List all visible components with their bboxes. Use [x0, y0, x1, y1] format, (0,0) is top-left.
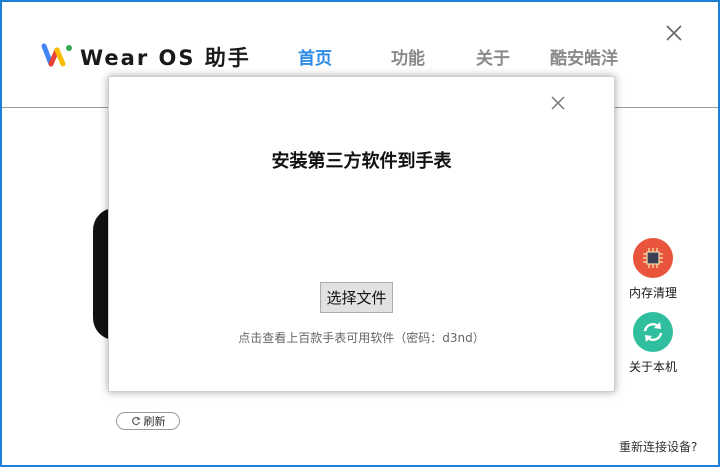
choose-file-button[interactable]: 选择文件: [320, 282, 393, 313]
tab-features[interactable]: 功能: [391, 44, 425, 69]
dialog-close-icon[interactable]: [550, 95, 566, 111]
app-list-link[interactable]: 点击查看上百款手表可用软件（密码：d3nd）: [109, 329, 614, 346]
tab-about[interactable]: 关于: [476, 44, 510, 69]
refresh-icon: [131, 416, 140, 426]
install-app-dialog: 安装第三方软件到手表 选择文件 点击查看上百款手表可用软件（密码：d3nd）: [108, 76, 615, 392]
cpu-chip-icon: [633, 238, 673, 278]
memory-clean-label: 内存清理: [628, 286, 677, 300]
wear-os-logo-icon: [41, 43, 72, 67]
reconnect-device-link[interactable]: 重新连接设备?: [619, 438, 697, 455]
about-device-label: 关于本机: [628, 360, 677, 374]
refresh-label: 刷新: [143, 415, 166, 428]
window-close-icon[interactable]: [663, 22, 685, 44]
memory-clean-button[interactable]: 内存清理: [617, 238, 689, 301]
tab-home[interactable]: 首页: [298, 44, 332, 69]
refresh-cycle-icon: [633, 312, 673, 352]
app-window: Wear OS 助手 首页 功能 关于 酷安皓洋 内存清理 关于本机 刷新 重新…: [0, 0, 720, 467]
dialog-title: 安装第三方软件到手表: [271, 151, 452, 172]
app-title: Wear OS 助手: [80, 46, 251, 70]
tab-author[interactable]: 酷安皓洋: [550, 44, 618, 69]
refresh-button[interactable]: 刷新: [116, 412, 180, 430]
about-device-button[interactable]: 关于本机: [617, 312, 689, 375]
